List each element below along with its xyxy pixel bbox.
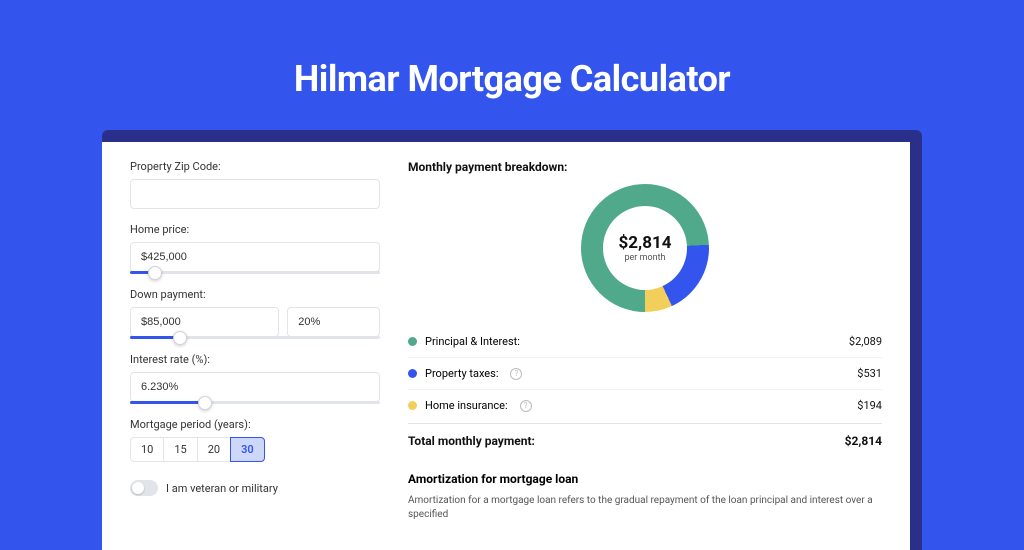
legend-row: Property taxes:? $531 bbox=[408, 358, 882, 390]
legend-value: $2,089 bbox=[849, 335, 882, 348]
down-payment-amount-input[interactable] bbox=[130, 307, 279, 337]
veteran-toggle[interactable] bbox=[130, 480, 158, 496]
donut-value: $2,814 bbox=[619, 233, 672, 253]
interest-rate-label: Interest rate (%): bbox=[130, 353, 380, 366]
donut-sublabel: per month bbox=[624, 253, 665, 263]
total-value: $2,814 bbox=[845, 434, 882, 448]
page-title: Hilmar Mortgage Calculator bbox=[0, 58, 1024, 100]
amortization-text: Amortization for a mortgage loan refers … bbox=[408, 494, 882, 522]
home-price-slider[interactable] bbox=[130, 271, 380, 274]
calculator-card: Property Zip Code: Home price: Down paym… bbox=[102, 142, 910, 550]
veteran-label: I am veteran or military bbox=[166, 482, 278, 495]
legend-dot bbox=[408, 337, 417, 346]
period-option-20[interactable]: 20 bbox=[197, 437, 231, 462]
down-payment-label: Down payment: bbox=[130, 288, 380, 301]
period-option-10[interactable]: 10 bbox=[130, 437, 164, 462]
down-payment-slider[interactable] bbox=[130, 336, 380, 339]
legend-label: Property taxes: bbox=[425, 367, 498, 380]
legend-row: Home insurance:? $194 bbox=[408, 390, 882, 421]
legend-row: Principal & Interest: $2,089 bbox=[408, 326, 882, 358]
period-option-15[interactable]: 15 bbox=[163, 437, 197, 462]
legend-value: $194 bbox=[857, 399, 882, 412]
period-options: 10152030 bbox=[130, 437, 380, 462]
down-payment-percent-input[interactable] bbox=[287, 307, 380, 337]
legend-value: $531 bbox=[857, 367, 882, 380]
legend-dot bbox=[408, 401, 417, 410]
help-icon[interactable]: ? bbox=[520, 400, 532, 412]
legend-dot bbox=[408, 369, 417, 378]
period-label: Mortgage period (years): bbox=[130, 418, 380, 431]
zip-input[interactable] bbox=[130, 179, 380, 209]
amortization-title: Amortization for mortgage loan bbox=[408, 472, 882, 486]
home-price-label: Home price: bbox=[130, 223, 380, 236]
input-panel: Property Zip Code: Home price: Down paym… bbox=[130, 160, 380, 550]
payment-donut-chart: $2,814 per month bbox=[581, 184, 709, 312]
period-option-30[interactable]: 30 bbox=[230, 437, 265, 462]
zip-label: Property Zip Code: bbox=[130, 160, 380, 173]
breakdown-panel: Monthly payment breakdown: $2,814 per mo… bbox=[408, 160, 882, 550]
interest-rate-input[interactable] bbox=[130, 372, 380, 402]
help-icon[interactable]: ? bbox=[510, 368, 522, 380]
legend-label: Home insurance: bbox=[425, 399, 508, 412]
interest-rate-slider[interactable] bbox=[130, 401, 380, 404]
total-label: Total monthly payment: bbox=[408, 434, 535, 448]
legend-label: Principal & Interest: bbox=[425, 335, 520, 348]
breakdown-legend: Principal & Interest: $2,089 Property taxe… bbox=[408, 326, 882, 421]
home-price-input[interactable] bbox=[130, 242, 380, 272]
breakdown-title: Monthly payment breakdown: bbox=[408, 160, 882, 174]
card-shadow: Property Zip Code: Home price: Down paym… bbox=[102, 130, 922, 550]
